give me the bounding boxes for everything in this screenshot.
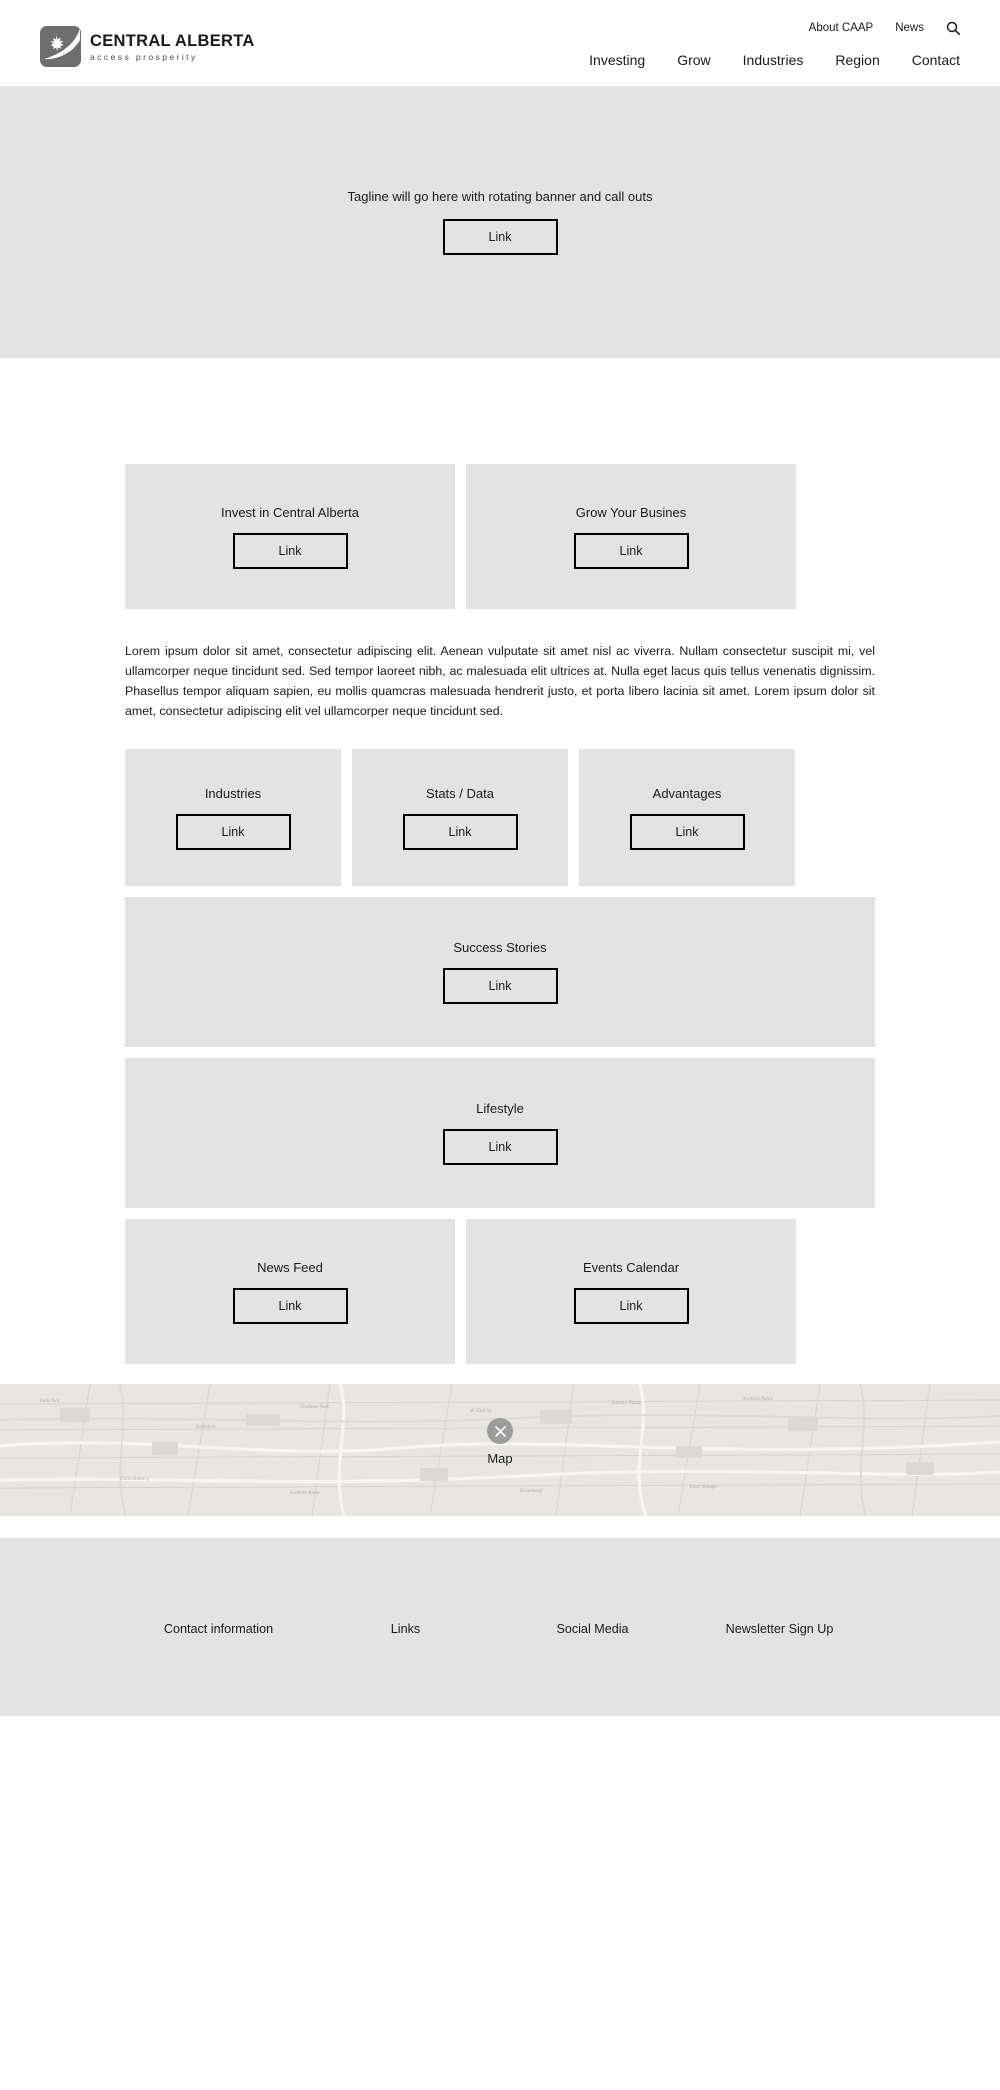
svg-text:Hoboken: Hoboken: [196, 1424, 216, 1430]
hero-tagline: Tagline will go here with rotating banne…: [347, 189, 653, 204]
wide-card-lifestyle-title: Lifestyle: [476, 1101, 524, 1117]
main-nav-grow[interactable]: Grow: [677, 52, 710, 68]
wide-card-success-stories[interactable]: Success Stories Link: [125, 897, 875, 1048]
wide-card-lifestyle-link-button[interactable]: Link: [442, 1129, 558, 1166]
feature-card-stats-data-title: Stats / Data: [426, 785, 494, 801]
main-navigation: Investing Grow Industries Region Contact: [589, 52, 960, 68]
wide-card-lifestyle[interactable]: Lifestyle Link: [125, 1058, 875, 1209]
map-section[interactable]: Park Ave Hoboken Chelsea Park W 31st St …: [0, 1384, 1000, 1517]
svg-text:Hunters Point: Hunters Point: [742, 1396, 773, 1402]
svg-text:Broadway: Broadway: [520, 1488, 543, 1494]
bottom-card-events-calendar-title: Events Calendar: [582, 1259, 680, 1275]
svg-text:Hudson River: Hudson River: [290, 1490, 320, 1496]
feature-card-industries-title: Industries: [204, 785, 262, 801]
bottom-cards-row: News Feed Link Events Calendar Link: [125, 1219, 875, 1365]
feature-card-stats-data[interactable]: Stats / Data Link: [352, 749, 568, 887]
footer-column-newsletter: Newsletter Sign Up: [686, 1622, 873, 1636]
top-nav-about-caap[interactable]: About CAAP: [809, 22, 874, 34]
svg-text:Chelsea Park: Chelsea Park: [300, 1404, 329, 1410]
site-header: CENTRAL ALBERTA access prosperity About …: [0, 0, 1000, 86]
logo-title: CENTRAL ALBERTA: [90, 32, 255, 51]
svg-text:Park Ave: Park Ave: [40, 1398, 60, 1404]
promo-card-grow-link-button[interactable]: Link: [573, 532, 689, 569]
hero-link-button[interactable]: Link: [442, 219, 558, 255]
site-logo[interactable]: CENTRAL ALBERTA access prosperity: [40, 26, 255, 67]
bottom-card-news-feed[interactable]: News Feed Link: [125, 1219, 455, 1365]
hero-banner: Tagline will go here with rotating banne…: [0, 86, 1000, 358]
bottom-card-news-feed-link-button[interactable]: Link: [232, 1287, 348, 1324]
search-icon[interactable]: [946, 21, 960, 35]
promo-card-invest-link-button[interactable]: Link: [232, 532, 348, 569]
feature-card-industries-link-button[interactable]: Link: [175, 813, 291, 850]
svg-text:Carlo Bakery: Carlo Bakery: [120, 1476, 149, 1482]
site-footer: Contact information Links Social Media N…: [0, 1538, 1000, 1717]
promo-card-grow[interactable]: Grow Your Busines Link: [466, 464, 796, 609]
svg-text:W 31st St: W 31st St: [470, 1408, 492, 1414]
logo-subtitle: access prosperity: [90, 51, 198, 62]
feature-card-stats-data-link-button[interactable]: Link: [402, 813, 518, 850]
footer-column-links: Links: [312, 1622, 499, 1636]
map-pin-marker-icon: [487, 1418, 513, 1445]
top-nav-news[interactable]: News: [895, 22, 924, 34]
intro-paragraph: Lorem ipsum dolor sit amet, consectetur …: [125, 644, 875, 719]
wide-card-success-stories-link-button[interactable]: Link: [442, 968, 558, 1005]
promo-card-invest-title: Invest in Central Alberta: [220, 504, 360, 520]
wide-card-success-stories-title: Success Stories: [453, 940, 547, 956]
maple-leaf-swoosh-logo-icon: [40, 26, 81, 67]
feature-card-advantages[interactable]: Advantages Link: [579, 749, 795, 887]
svg-text:Gantry Plaza: Gantry Plaza: [612, 1400, 641, 1406]
feature-card-industries[interactable]: Industries Link: [125, 749, 341, 887]
footer-column-contact: Contact information: [125, 1622, 312, 1636]
promo-card-invest[interactable]: Invest in Central Alberta Link: [125, 464, 455, 609]
map-label: Map: [487, 1451, 513, 1467]
feature-card-advantages-link-button[interactable]: Link: [629, 813, 745, 850]
footer-contact-information-label[interactable]: Contact information: [164, 1622, 273, 1636]
main-nav-contact[interactable]: Contact: [912, 52, 960, 68]
bottom-card-events-calendar-link-button[interactable]: Link: [573, 1287, 689, 1324]
footer-newsletter-sign-up-label[interactable]: Newsletter Sign Up: [726, 1622, 834, 1636]
top-navigation: About CAAP News: [809, 21, 960, 35]
bottom-card-news-feed-title: News Feed: [257, 1259, 323, 1275]
footer-column-social: Social Media: [499, 1622, 686, 1636]
main-nav-investing[interactable]: Investing: [589, 52, 645, 68]
feature-card-advantages-title: Advantages: [652, 785, 722, 801]
bottom-card-events-calendar[interactable]: Events Calendar Link: [466, 1219, 796, 1365]
promo-card-grow-title: Grow Your Busines: [575, 504, 687, 520]
svg-text:East Village: East Village: [690, 1484, 716, 1490]
footer-links-label[interactable]: Links: [391, 1622, 420, 1636]
promo-cards-section: Invest in Central Alberta Link Grow Your…: [125, 444, 875, 1365]
main-nav-region[interactable]: Region: [835, 52, 879, 68]
main-nav-industries[interactable]: Industries: [743, 52, 804, 68]
footer-social-media-label[interactable]: Social Media: [556, 1622, 628, 1636]
feature-cards-row: Industries Link Stats / Data Link Advant…: [125, 749, 875, 887]
